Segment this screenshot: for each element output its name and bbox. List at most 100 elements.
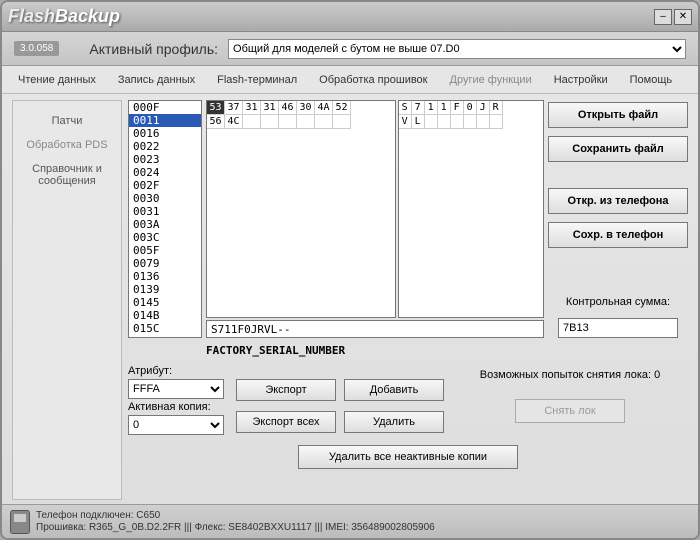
ascii-cell[interactable]: 7 xyxy=(412,101,425,115)
ascii-grid[interactable]: S711F0JR VL xyxy=(398,100,544,318)
copy-select[interactable]: 0 xyxy=(128,415,224,435)
app-window: FlashBackup – ✕ 3.0.058 Активный профиль… xyxy=(0,0,700,540)
spacer xyxy=(548,256,688,288)
ascii-cell[interactable]: R xyxy=(490,101,503,115)
tab-terminal[interactable]: Flash-терминал xyxy=(209,70,305,90)
checksum-value[interactable] xyxy=(558,318,678,338)
status-text: Телефон подключен: C650 Прошивка: R365_G… xyxy=(36,510,435,534)
ascii-cell[interactable]: 1 xyxy=(425,101,438,115)
hex-cell[interactable] xyxy=(243,115,261,129)
hex-cell[interactable]: 37 xyxy=(225,101,243,115)
ascii-cell[interactable] xyxy=(425,115,438,129)
list-item[interactable]: 000F xyxy=(129,101,201,114)
open-phone-button[interactable]: Откр. из телефона xyxy=(548,188,688,214)
hex-cell[interactable]: 4C xyxy=(225,115,243,129)
list-item[interactable]: 005F xyxy=(129,244,201,257)
hex-cell[interactable]: 52 xyxy=(333,101,351,115)
hex-cell[interactable] xyxy=(297,115,315,129)
list-item[interactable]: 014B xyxy=(129,309,201,322)
list-item[interactable]: 0079 xyxy=(129,257,201,270)
save-phone-button[interactable]: Сохр. в телефон xyxy=(548,222,688,248)
export-all-button[interactable]: Экспорт всех xyxy=(236,411,336,433)
ascii-cell[interactable] xyxy=(477,115,490,129)
list-item[interactable]: 0145 xyxy=(129,296,201,309)
list-item[interactable]: 0139 xyxy=(129,283,201,296)
ascii-cell[interactable] xyxy=(490,115,503,129)
record-listbox[interactable]: 000F00110016002200230024002F00300031003A… xyxy=(128,100,202,338)
hex-cell[interactable]: 31 xyxy=(261,101,279,115)
hex-inline-input[interactable] xyxy=(206,320,544,338)
profile-select[interactable]: Общий для моделей с бутом не выше 07.D0 xyxy=(228,39,686,59)
save-file-button[interactable]: Сохранить файл xyxy=(548,136,688,162)
close-button[interactable]: ✕ xyxy=(674,9,692,25)
hex-cell[interactable]: 31 xyxy=(243,101,261,115)
hex-cell[interactable] xyxy=(333,115,351,129)
profile-label: Активный профиль: xyxy=(89,41,218,57)
ascii-cell[interactable]: 0 xyxy=(464,101,477,115)
tab-help[interactable]: Помощь xyxy=(622,70,681,90)
export-button[interactable]: Экспорт xyxy=(236,379,336,401)
attr-label: Атрибут: xyxy=(128,363,228,379)
delete-inactive-button[interactable]: Удалить все неактивные копии xyxy=(298,445,518,469)
checksum-label: Контрольная сумма: xyxy=(548,296,688,308)
tab-write[interactable]: Запись данных xyxy=(110,70,203,90)
tab-bar: Чтение данных Запись данных Flash-термин… xyxy=(2,66,698,94)
lock-attempts-text: Возможных попыток снятия лока: 0 xyxy=(452,369,688,381)
hex-cell[interactable]: 30 xyxy=(297,101,315,115)
list-item[interactable]: 015D xyxy=(129,335,201,338)
tab-settings[interactable]: Настройки xyxy=(546,70,616,90)
tab-firmware[interactable]: Обработка прошивок xyxy=(311,70,435,90)
ascii-cell[interactable]: S xyxy=(399,101,412,115)
app-title: FlashBackup xyxy=(8,6,654,27)
ascii-cell[interactable] xyxy=(451,115,464,129)
list-item[interactable]: 0011 xyxy=(129,114,201,127)
ascii-cell[interactable]: J xyxy=(477,101,490,115)
attr-select[interactable]: FFFA xyxy=(128,379,224,399)
ascii-cell[interactable]: F xyxy=(451,101,464,115)
add-button[interactable]: Добавить xyxy=(344,379,444,401)
list-item[interactable]: 015C xyxy=(129,322,201,335)
ascii-cell[interactable]: 1 xyxy=(438,101,451,115)
ascii-cell[interactable] xyxy=(464,115,477,129)
sidebar-pds[interactable]: Обработка PDS xyxy=(17,133,117,157)
list-item[interactable]: 002F xyxy=(129,179,201,192)
hex-grids: 5337313146304A52564C S711F0JRVL xyxy=(206,100,544,318)
phone-icon xyxy=(10,510,30,534)
delete-button[interactable]: Удалить xyxy=(344,411,444,433)
status-line1: Телефон подключен: C650 xyxy=(36,510,435,522)
center-panel: 000F00110016002200230024002F00300031003A… xyxy=(128,100,688,500)
hex-cell[interactable]: 56 xyxy=(207,115,225,129)
ascii-cell[interactable] xyxy=(438,115,451,129)
status-bar: Телефон подключен: C650 Прошивка: R365_G… xyxy=(2,504,698,538)
tab-read[interactable]: Чтение данных xyxy=(10,70,104,90)
open-file-button[interactable]: Открыть файл xyxy=(548,102,688,128)
list-item[interactable]: 0136 xyxy=(129,270,201,283)
list-item[interactable]: 0022 xyxy=(129,140,201,153)
minimize-button[interactable]: – xyxy=(654,9,672,25)
ascii-cell[interactable]: V xyxy=(399,115,412,129)
hex-cell[interactable]: 53 xyxy=(207,101,225,115)
list-item[interactable]: 003C xyxy=(129,231,201,244)
controls-row: Атрибут: FFFA Активная копия: 0 Экспорт … xyxy=(128,363,688,435)
hex-cell[interactable] xyxy=(315,115,333,129)
list-item[interactable]: 0031 xyxy=(129,205,201,218)
unlock-button[interactable]: Снять лок xyxy=(515,399,625,423)
list-item[interactable]: 0016 xyxy=(129,127,201,140)
list-item[interactable]: 0023 xyxy=(129,153,201,166)
hex-cell[interactable] xyxy=(261,115,279,129)
list-item[interactable]: 0024 xyxy=(129,166,201,179)
window-buttons: – ✕ xyxy=(654,9,692,25)
hex-cell[interactable]: 4A xyxy=(315,101,333,115)
tab-other[interactable]: Другие функции xyxy=(442,70,540,90)
copy-label: Активная копия: xyxy=(128,399,228,415)
hex-cell[interactable] xyxy=(279,115,297,129)
sidebar-patches[interactable]: Патчи xyxy=(17,109,117,133)
sidebar-reference[interactable]: Справочник и сообщения xyxy=(17,157,117,193)
titlebar: FlashBackup – ✕ xyxy=(2,2,698,32)
ascii-cell[interactable]: L xyxy=(412,115,425,129)
list-item[interactable]: 003A xyxy=(129,218,201,231)
hex-cell[interactable]: 46 xyxy=(279,101,297,115)
hex-grid[interactable]: 5337313146304A52564C xyxy=(206,100,396,318)
hex-pane: 5337313146304A52564C S711F0JRVL xyxy=(206,100,544,338)
list-item[interactable]: 0030 xyxy=(129,192,201,205)
